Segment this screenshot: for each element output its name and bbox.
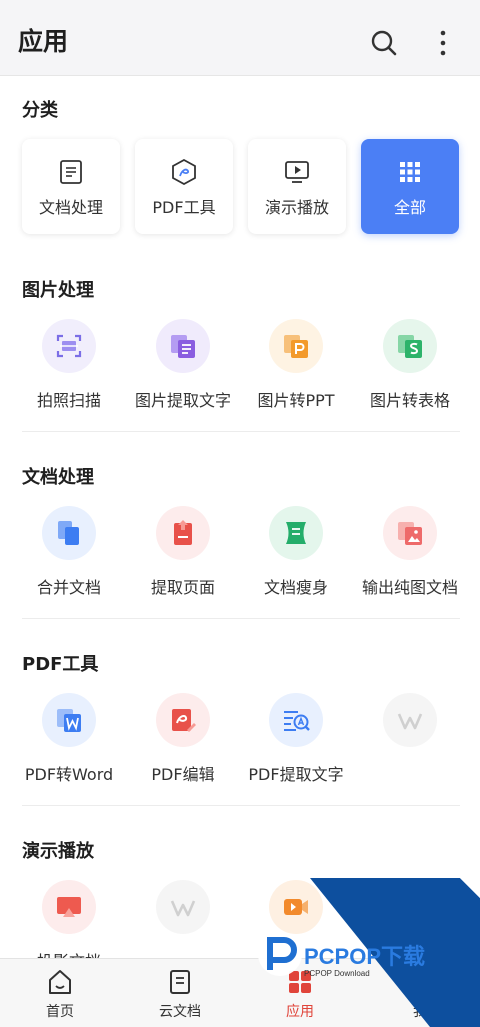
image-to-ppt-icon [269, 319, 323, 373]
tool-placeholder [123, 880, 243, 958]
category-doc-processing[interactable]: 文档处理 [22, 139, 120, 234]
category-label: 全部 [393, 198, 426, 217]
tool-label: 合并文档 [36, 578, 101, 597]
main-content: 分类 文档处理 PDF工具 演示播放 全部 图片处理 拍照扫描 图片提取文字 图… [0, 76, 480, 958]
image-to-sheet-icon [383, 319, 437, 373]
nav-label: 我 [413, 1004, 427, 1020]
presentation-icon [284, 159, 310, 185]
slim-doc-icon [269, 506, 323, 560]
section-title-image: 图片处理 [22, 280, 94, 301]
nav-label: 应用 [286, 1004, 314, 1020]
section-title-categories: 分类 [22, 100, 58, 121]
tool-pdf-to-word[interactable]: PDF转Word [9, 693, 129, 803]
grid-icon [397, 159, 423, 185]
category-presentation[interactable]: 演示播放 [248, 139, 346, 234]
category-label: 文档处理 [38, 198, 103, 217]
pdf-edit-icon [156, 693, 210, 747]
category-all[interactable]: 全部 [361, 139, 459, 234]
tool-placeholder [350, 693, 470, 803]
category-pdf-tools[interactable]: PDF工具 [135, 139, 233, 234]
tool-label: 图片转PPT [257, 391, 335, 410]
tool-projection[interactable]: 投影文档 [9, 880, 129, 958]
video-icon [269, 880, 323, 934]
extract-page-icon [156, 506, 210, 560]
projection-icon [42, 880, 96, 934]
tool-video[interactable] [236, 880, 356, 958]
tool-label: 投影文档 [3, 948, 135, 958]
tool-label: 输出纯图文档 [361, 578, 458, 597]
cloud-doc-icon [168, 969, 192, 995]
nav-item-profile[interactable]: 我 [360, 959, 480, 1027]
section-divider [22, 805, 460, 806]
pdf-icon [171, 158, 197, 186]
tool-label: 图片转表格 [369, 391, 450, 410]
tool-label: PDF提取文字 [248, 765, 344, 784]
image-doc-icon [383, 506, 437, 560]
tool-slim-doc[interactable]: 文档瘦身 [236, 506, 356, 616]
app-header: 应用 [0, 0, 480, 76]
tool-photo-scan[interactable]: 拍照扫描 [9, 319, 129, 429]
bottom-nav: 首页 云文档 应用 我 [0, 958, 480, 1027]
category-label: 演示播放 [264, 198, 329, 217]
tool-label: 拍照扫描 [36, 391, 101, 410]
scan-icon [42, 319, 96, 373]
merge-docs-icon [42, 506, 96, 560]
nav-item-home[interactable]: 首页 [0, 959, 120, 1027]
section-divider [22, 618, 460, 619]
home-icon [48, 969, 72, 995]
pdf-to-word-icon [42, 693, 96, 747]
apps-icon [288, 969, 312, 995]
section-divider [22, 431, 460, 432]
tool-pdf-edit[interactable]: PDF编辑 [123, 693, 243, 803]
tool-label: 文档瘦身 [263, 578, 328, 597]
profile-icon [408, 969, 432, 995]
image-to-text-icon [156, 319, 210, 373]
section-title-doc: 文档处理 [22, 467, 94, 488]
wps-placeholder-icon [156, 880, 210, 934]
tool-image-only-doc[interactable]: 输出纯图文档 [350, 506, 470, 616]
nav-label: 首页 [46, 1004, 74, 1020]
nav-item-apps[interactable]: 应用 [240, 959, 360, 1027]
tool-image-to-text[interactable]: 图片提取文字 [123, 319, 243, 429]
tool-pdf-extract-text[interactable]: PDF提取文字 [236, 693, 356, 803]
tool-merge-docs[interactable]: 合并文档 [9, 506, 129, 616]
nav-item-cloud-docs[interactable]: 云文档 [120, 959, 240, 1027]
tool-label: PDF转Word [24, 765, 114, 784]
page-title: 应用 [18, 27, 69, 56]
pdf-extract-text-icon [269, 693, 323, 747]
section-title-pdf: PDF工具 [22, 654, 99, 675]
category-label: PDF工具 [152, 198, 216, 217]
tool-image-to-ppt[interactable]: 图片转PPT [236, 319, 356, 429]
tool-image-to-sheet[interactable]: 图片转表格 [350, 319, 470, 429]
document-icon [58, 159, 84, 185]
more-vertical-icon[interactable] [436, 29, 450, 57]
search-icon[interactable] [370, 29, 398, 57]
nav-label: 云文档 [159, 1004, 201, 1020]
wps-placeholder-icon [383, 693, 437, 747]
section-title-presentation: 演示播放 [22, 841, 94, 862]
tool-extract-page[interactable]: 提取页面 [123, 506, 243, 616]
